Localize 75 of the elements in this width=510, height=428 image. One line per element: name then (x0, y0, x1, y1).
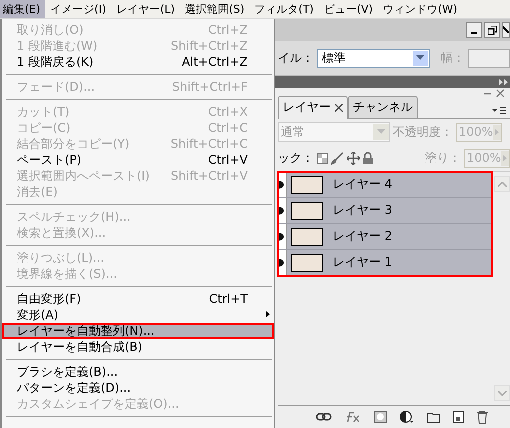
eye-icon[interactable] (278, 206, 284, 214)
menu-bar-item[interactable]: ビュー(V) (320, 0, 378, 18)
width-field[interactable] (468, 48, 510, 68)
arrow-icon (495, 128, 500, 136)
brush-icon[interactable] (331, 152, 344, 164)
close-icon[interactable] (335, 104, 343, 112)
shortcut-text: Ctrl+X (208, 105, 248, 119)
layer-row[interactable]: レイヤー 1 (278, 250, 492, 276)
mask-icon[interactable] (374, 411, 387, 423)
panel-tab[interactable]: レイヤー (278, 96, 348, 119)
layer-row[interactable]: レイヤー 2 (278, 224, 492, 250)
expand-icon[interactable] (499, 78, 508, 86)
shortcut-text: Shift+Ctrl+V (171, 169, 248, 183)
submenu-arrow-icon (266, 311, 270, 318)
style-label: イル： (278, 50, 314, 66)
menu-bar-item[interactable]: ウィンドウ(W) (380, 0, 462, 18)
shortcut-text: Ctrl+T (209, 292, 248, 306)
shortcut-text: Shift+Ctrl+Z (171, 39, 248, 53)
link-icon[interactable] (316, 413, 332, 421)
restore-icon (488, 26, 496, 34)
arrow-icon (503, 154, 508, 162)
trash-icon[interactable] (477, 410, 488, 424)
lock-transparency-icon[interactable] (317, 152, 328, 164)
panel-menu-icon[interactable] (492, 107, 506, 115)
shortcut-text: Ctrl+V (208, 153, 248, 167)
layer-name: レイヤー 1 (333, 254, 392, 271)
new-layer-icon[interactable] (453, 411, 464, 423)
style-dropdown[interactable]: 標準 (317, 48, 430, 68)
eye-icon[interactable] (278, 258, 284, 266)
lock-label: ック： (278, 150, 314, 166)
close-button[interactable] (502, 22, 510, 38)
layer-thumbnail (291, 254, 323, 272)
menu-item[interactable]: 自由変形(F) Ctrl+T (2, 291, 274, 307)
panel-controls-icon[interactable] (484, 88, 506, 98)
menu-bar-item[interactable]: フィルタ(T) (252, 0, 318, 18)
eye-icon[interactable] (278, 232, 284, 240)
layer-name: レイヤー 4 (333, 176, 392, 193)
fill-label: 塗り： (425, 150, 461, 166)
opacity-label: 不透明度： (393, 124, 453, 140)
menu-bar-item[interactable]: 編集(E) (0, 0, 45, 18)
caret-icon (376, 129, 386, 135)
shortcut-text: Ctrl+C (208, 121, 248, 135)
layer-row[interactable]: レイヤー 3 (278, 198, 492, 224)
menu-item[interactable]: パターンを定義(D)... (2, 380, 274, 396)
panel-tab[interactable]: チャンネル (348, 96, 418, 118)
shortcut-text: Ctrl+Z (208, 23, 248, 37)
layer-name: レイヤー 3 (333, 202, 392, 219)
minimize-button[interactable] (466, 22, 482, 38)
restore-button[interactable] (484, 22, 500, 38)
lock-icon[interactable] (363, 152, 373, 164)
layer-row[interactable]: レイヤー 4 (278, 172, 492, 198)
caret-icon (416, 55, 425, 61)
shortcut-text: Shift+Ctrl+F (172, 80, 248, 94)
menu-item[interactable]: 変形(A) (2, 307, 274, 323)
folder-icon[interactable] (427, 412, 440, 422)
menu-item[interactable]: ブラシを定義(B)... (2, 364, 274, 380)
layer-thumbnail (291, 202, 323, 220)
move-icon[interactable] (347, 152, 360, 164)
menu-item[interactable]: レイヤーを自動整列(N)... (2, 323, 274, 339)
shortcut-text: Shift+Ctrl+C (170, 137, 248, 151)
menu-bar-item[interactable]: レイヤー(L) (113, 0, 180, 18)
width-label: 幅： (441, 50, 465, 66)
menu-item[interactable]: ペースト(P) Ctrl+V (2, 152, 274, 168)
layer-name: レイヤー 2 (333, 228, 392, 245)
fx-icon[interactable] (345, 411, 361, 423)
adjustment-icon[interactable] (400, 411, 414, 423)
menu-bar-item[interactable]: 選択範囲(S) (182, 0, 249, 18)
layer-thumbnail (291, 176, 323, 194)
shortcut-text: Alt+Ctrl+Z (182, 55, 248, 69)
eye-icon[interactable] (278, 180, 284, 188)
layer-thumbnail (291, 228, 323, 246)
menu-item[interactable]: 1 段階戻る(K) Alt+Ctrl+Z (2, 54, 274, 70)
menu-bar-item[interactable]: イメージ(I) (48, 0, 110, 18)
menu-item[interactable]: レイヤーを自動合成(B) (2, 339, 274, 355)
close-icon (503, 26, 509, 34)
